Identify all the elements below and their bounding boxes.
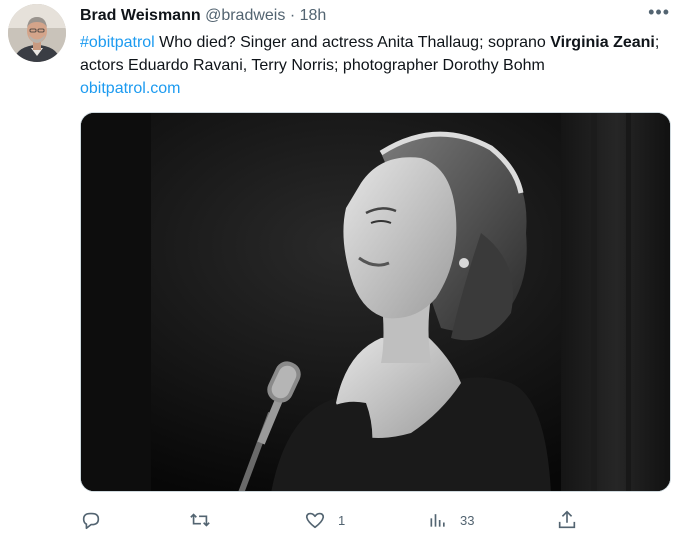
share-button[interactable]	[556, 508, 578, 532]
tweet-text-bold: Virginia Zeani	[550, 34, 655, 51]
separator: ·	[289, 7, 296, 24]
tweet-actions: 1 33	[80, 508, 580, 532]
reply-icon	[80, 509, 102, 531]
views-count: 33	[460, 512, 475, 528]
share-icon	[556, 509, 578, 531]
tweet-image[interactable]	[80, 112, 671, 492]
retweet-icon	[188, 509, 212, 531]
tweet-header: Brad Weismann @bradweis · 18h	[80, 6, 326, 26]
avatar[interactable]	[8, 4, 66, 62]
more-options-icon[interactable]: •••	[648, 2, 670, 23]
views-button[interactable]: 33	[428, 508, 474, 532]
author-name[interactable]: Brad Weismann	[80, 7, 201, 24]
tweet-timestamp[interactable]: 18h	[300, 7, 327, 24]
tweet-text: #obitpatrol Who died? Singer and actress…	[80, 31, 670, 100]
url-link[interactable]: obitpatrol.com	[80, 80, 181, 97]
tweet-text-part: Who died? Singer and actress Anita Thall…	[154, 34, 551, 51]
like-button[interactable]: 1	[304, 508, 345, 532]
retweet-button[interactable]	[188, 508, 224, 532]
like-count: 1	[338, 512, 346, 528]
author-handle[interactable]: @bradweis	[205, 7, 285, 24]
hashtag-link[interactable]: #obitpatrol	[80, 34, 155, 51]
analytics-icon	[428, 510, 448, 530]
reply-button[interactable]	[80, 508, 114, 532]
heart-icon	[304, 509, 326, 531]
tweet[interactable]: Brad Weismann @bradweis · 18h ••• #obitp…	[0, 0, 700, 542]
